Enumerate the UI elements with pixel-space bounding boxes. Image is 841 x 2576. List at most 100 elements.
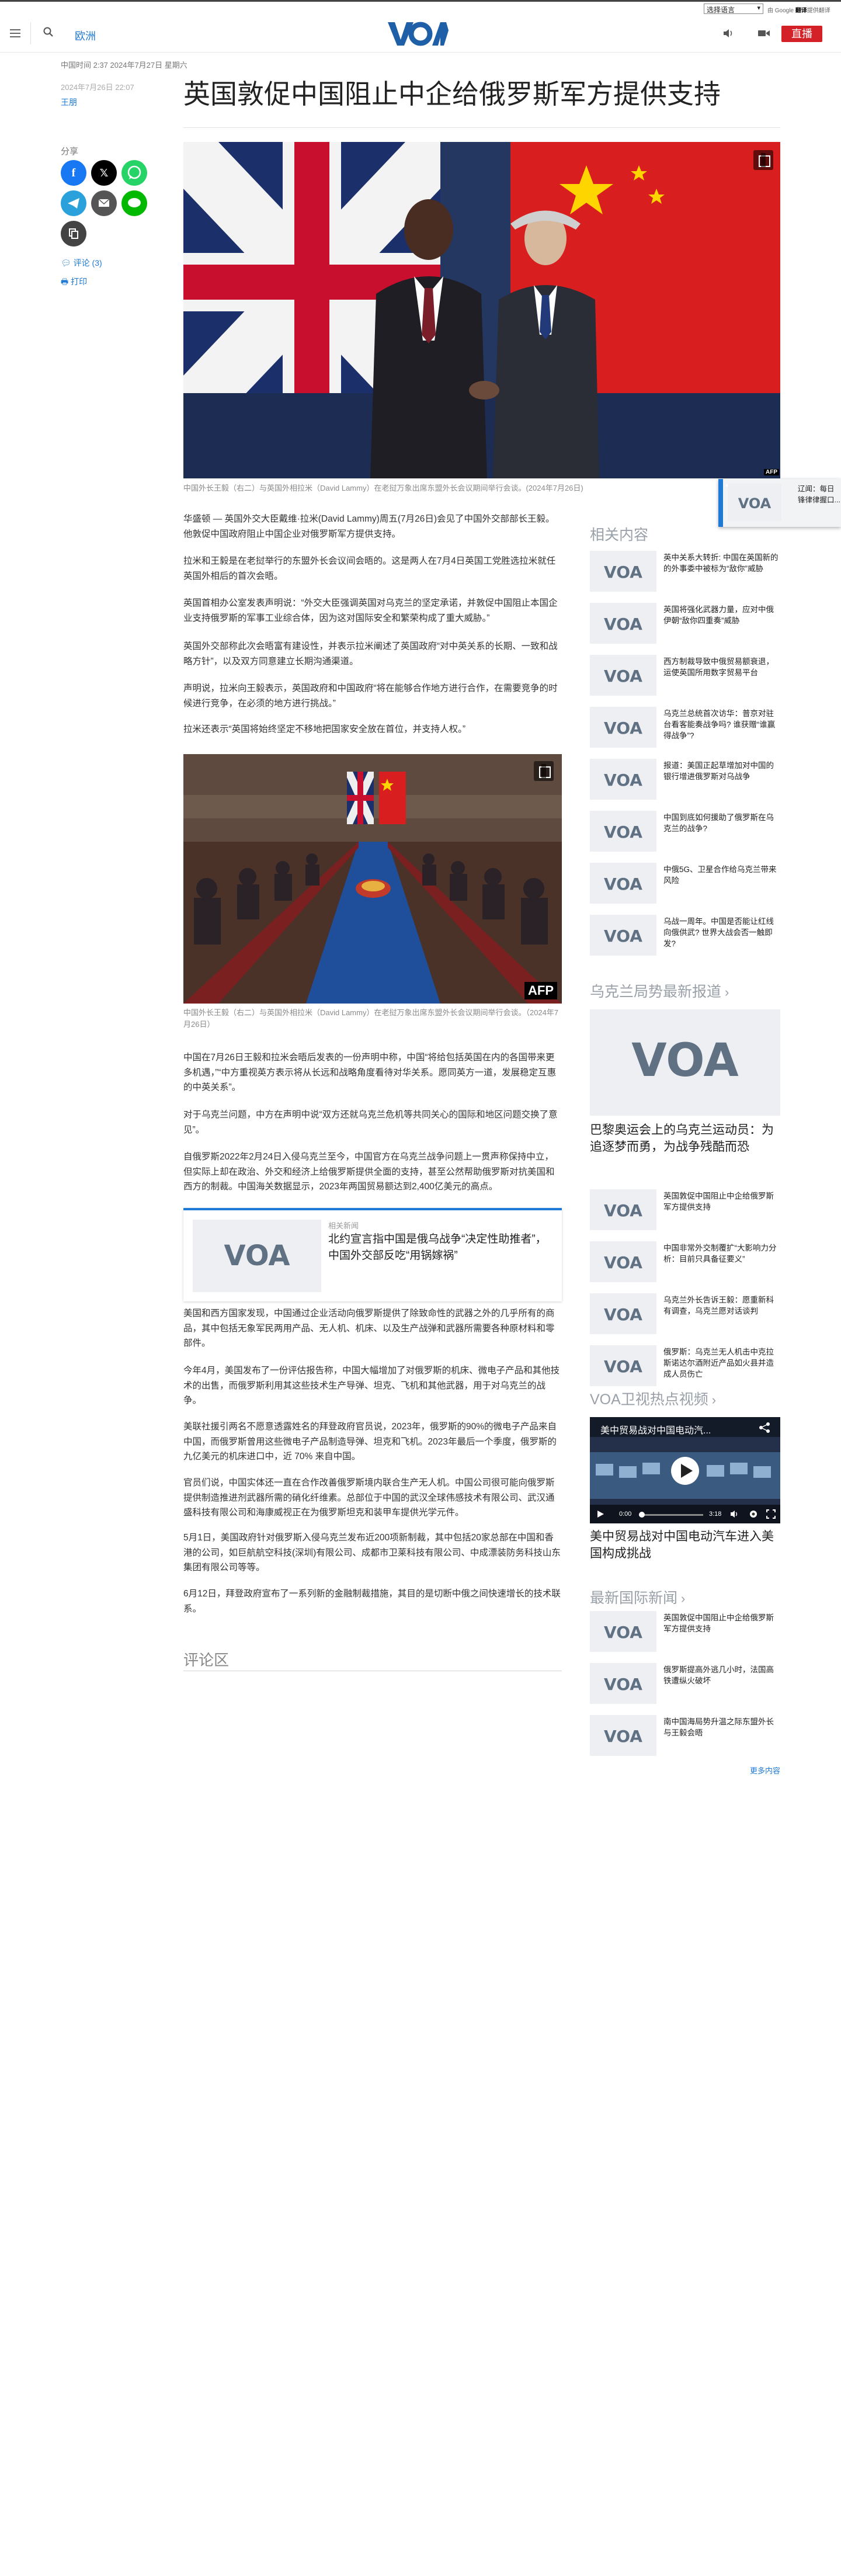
ukraine-item[interactable]: VOA 英国敦促中国阻止中企给俄罗斯军方提供支持 xyxy=(590,1189,780,1233)
paragraph: 英国外交部称此次会晤富有建设性，并表示拉米阐述了英国政府“对中英关系的长期、一致… xyxy=(183,641,558,666)
x-share-icon[interactable]: 𝕏 xyxy=(91,160,117,186)
voa-placeholder-logo: VOA xyxy=(604,1253,642,1272)
translate-link[interactable]: 翻译 xyxy=(795,8,807,14)
related-item[interactable]: VOA 西方制裁导致中俄贸易额衰退，运使英国所用数字贸易平台 xyxy=(590,655,780,698)
paragraph: 声明说，拉米向王毅表示，英国政府和中国政府“将在能够合作地方进行合作，在需要竞争… xyxy=(183,683,558,709)
ukraine-thumbnail: VOA xyxy=(590,1345,656,1386)
related-item[interactable]: VOA 英中关系大转折: 中国在英国新的的外事委中被标为“敌你”威胁 xyxy=(590,551,780,594)
article-image: AFP xyxy=(183,754,562,1004)
language-select[interactable]: 选择语言 xyxy=(704,4,763,14)
voa-logo[interactable] xyxy=(388,20,449,47)
related-item[interactable]: VOA 报道：美国正起草增加对中国的银行增进俄罗斯对乌战争 xyxy=(590,759,780,802)
voa-placeholder-logo: VOA xyxy=(604,1727,642,1746)
related-title[interactable]: 报道：美国正起草增加对中国的银行增进俄罗斯对乌战争 xyxy=(663,760,780,782)
voa-placeholder-logo: VOA xyxy=(604,666,642,686)
hero-image: AFP xyxy=(183,142,780,478)
related-thumbnail: VOA xyxy=(590,551,656,592)
paragraph: 今年4月，美国发布了一份评估报告称，中国大幅增加了对俄罗斯的机床、微电子产品和其… xyxy=(183,1366,560,1406)
volume-icon[interactable] xyxy=(722,27,735,40)
copy-link-icon[interactable] xyxy=(61,221,86,247)
share-icon[interactable] xyxy=(758,1422,771,1433)
ukraine-title[interactable]: 乌克兰外长告诉王毅：愿重新科有调查，乌克兰愿对话谈判 xyxy=(663,1294,780,1317)
intl-title[interactable]: 南中国海局势升温之际东盟外长与王毅会晤 xyxy=(663,1716,780,1738)
video-camera-icon[interactable] xyxy=(757,27,771,40)
meeting-photo xyxy=(183,754,562,1004)
email-share-icon[interactable] xyxy=(91,190,117,216)
related-title[interactable]: 英国将强化武器力量，应对中俄伊朝“敌你四重奏”威胁 xyxy=(663,604,780,626)
related-thumbnail: VOA xyxy=(193,1220,321,1292)
ukraine-thumbnail: VOA xyxy=(590,1241,656,1282)
intl-item[interactable]: VOA 南中国海局势升温之际东盟外长与王毅会晤 xyxy=(590,1715,780,1758)
settings-gear-icon[interactable] xyxy=(749,1509,758,1519)
comments-section-title: 评论区 xyxy=(183,1651,230,1669)
expand-image-icon[interactable] xyxy=(534,761,554,781)
chevron-right-icon: › xyxy=(725,985,729,999)
intl-title[interactable]: 英国敦促中国阻止中企给俄罗斯军方提供支持 xyxy=(663,1612,780,1634)
related-title[interactable]: 乌战一周年。中国是否能让红线向俄供武? 世界大战会否一触即发? xyxy=(663,916,780,949)
related-title[interactable]: 乌克兰总统首次访华：普京对驻台看客能奏战争吗? 谁获赠“谁赢得战争”? xyxy=(663,708,780,741)
video-progress-bar[interactable] xyxy=(639,1512,703,1518)
live-button[interactable]: 直播 xyxy=(781,26,822,42)
more-content-link[interactable]: 更多内容 xyxy=(750,1765,780,1776)
intl-item[interactable]: VOA 俄罗斯提高外逃几小时，法国高铁遭纵火破坏 xyxy=(590,1663,780,1706)
ukraine-news-header[interactable]: 乌克兰局势最新报道 › xyxy=(590,980,729,1001)
ukraine-thumbnail: VOA xyxy=(590,1293,656,1334)
ukraine-feature-title[interactable]: 巴黎奥运会上的乌克兰运动员：为追逐梦而勇，为战争残酷而恐 xyxy=(590,1122,780,1156)
menu-icon[interactable] xyxy=(7,27,23,40)
search-icon[interactable] xyxy=(42,26,55,39)
play-icon[interactable] xyxy=(596,1509,605,1519)
ukraine-item[interactable]: VOA 乌克兰外长告诉王毅：愿重新科有调查，乌克兰愿对话谈判 xyxy=(590,1293,780,1336)
ukraine-title[interactable]: 英国敦促中国阻止中企给俄罗斯军方提供支持 xyxy=(663,1190,780,1213)
related-thumbnail: VOA xyxy=(590,915,656,956)
related-title[interactable]: 西方制裁导致中俄贸易额衰退，运使英国所用数字贸易平台 xyxy=(663,656,780,678)
image-caption: 中国外长王毅（右二）与英国外相拉米（David Lammy）在老挝万象出席东盟外… xyxy=(183,1008,559,1029)
ukraine-item[interactable]: VOA 俄罗斯：乌克兰无人机击中克拉斯诺达尔酒附近产品如火县并造成人员伤亡 xyxy=(590,1345,780,1388)
paragraph: 拉米还表示“英国将始终坚定不移地把国家安全放在首位，并支持人权。” xyxy=(183,724,466,734)
ukraine-feature-thumbnail[interactable]: VOA xyxy=(590,1009,780,1116)
related-item[interactable]: VOA 乌克兰总统首次访华：普京对驻台看客能奏战争吗? 谁获赠“谁赢得战争”? xyxy=(590,707,780,750)
voa-placeholder-logo: VOA xyxy=(604,874,642,894)
whatsapp-share-icon[interactable] xyxy=(121,160,147,186)
related-title[interactable]: 中国到底如何援助了俄罗斯在乌克兰的战争? xyxy=(663,812,780,834)
video-player[interactable]: 美中贸易战对中国电动汽... 0:00 3:18 xyxy=(590,1417,780,1523)
intl-title[interactable]: 俄罗斯提高外逃几小时，法国高铁遭纵火破坏 xyxy=(663,1664,780,1686)
voa-placeholder-logo: VOA xyxy=(604,1305,642,1324)
facebook-share-icon[interactable]: f xyxy=(61,160,86,186)
popup-accent xyxy=(718,479,723,527)
related-article-card[interactable]: VOA 相关新闻 北约宣言指中国是俄乌战争“决定性助推者”，中国外交部反吃“用锅… xyxy=(183,1208,562,1301)
ukraine-thumbnail: VOA xyxy=(590,1189,656,1230)
floating-live-card[interactable]: VOA 辽闻：每日锋律律握口... xyxy=(718,479,841,527)
author-link[interactable]: 王朋 xyxy=(61,96,77,108)
related-item[interactable]: VOA 乌战一周年。中国是否能让红线向俄供武? 世界大战会否一触即发? xyxy=(590,915,780,958)
related-title[interactable]: 中俄5G、卫星合作给乌克兰带来风险 xyxy=(663,864,780,886)
header-divider xyxy=(30,22,31,44)
ukraine-item[interactable]: VOA 中国非常外交制覆扩“大影响力分析：目前只具备征要义” xyxy=(590,1241,780,1284)
comments-link[interactable]: 💬︎ 评论 (3) xyxy=(61,257,102,269)
intl-item[interactable]: VOA 英国敦促中国阻止中企给俄罗斯军方提供支持 xyxy=(590,1611,780,1654)
volume-icon[interactable] xyxy=(730,1509,739,1519)
related-title[interactable]: 英中关系大转折: 中国在英国新的的外事委中被标为“敌你”威胁 xyxy=(663,552,780,574)
expand-image-icon[interactable] xyxy=(753,150,773,170)
related-item[interactable]: VOA 中国到底如何援助了俄罗斯在乌克兰的战争? xyxy=(590,811,780,854)
line-share-icon[interactable] xyxy=(121,190,147,216)
paragraph: 拉米和王毅是在老挝举行的东盟外长会议间会晤的。这是两人在7月4日英国工党胜选拉米… xyxy=(183,556,556,581)
video-header-label: VOA卫视热点视频 xyxy=(590,1391,708,1408)
ukraine-title[interactable]: 俄罗斯：乌克兰无人机击中克拉斯诺达尔酒附近产品如火县并造成人员伤亡 xyxy=(663,1346,780,1380)
related-item[interactable]: VOA 英国将强化武器力量，应对中俄伊朝“敌你四重奏”威胁 xyxy=(590,603,780,646)
related-label: 相关新闻 xyxy=(328,1221,359,1230)
share-label: 分享 xyxy=(61,147,79,157)
ukraine-title[interactable]: 中国非常外交制覆扩“大影响力分析：目前只具备征要义” xyxy=(663,1242,780,1265)
video-header[interactable]: VOA卫视热点视频 › xyxy=(590,1388,716,1409)
paragraph: 对于乌克兰问题，中方在声明中说“双方还就乌克兰危机等共同关心的国际和地区问题交换… xyxy=(183,1110,558,1135)
telegram-share-icon[interactable] xyxy=(61,190,86,216)
fullscreen-icon[interactable] xyxy=(766,1509,776,1519)
publish-date: 2024年7月26日 22:07 xyxy=(61,83,134,92)
related-title[interactable]: 北约宣言指中国是俄乌战争“决定性助推者”，中国外交部反吃“用锅嫁祸” xyxy=(328,1231,550,1263)
related-item[interactable]: VOA 中俄5G、卫星合作给乌克兰带来风险 xyxy=(590,863,780,906)
section-link-europe[interactable]: 欧洲 xyxy=(75,28,96,43)
top-strip: 选择语言 由 Google 翻译提供翻译 xyxy=(0,0,841,14)
paragraph: 英国首相办公室发表声明说：“外交大臣强调英国对乌克兰的坚定承诺，并敦促中国阻止本… xyxy=(183,598,558,623)
video-title[interactable]: 美中贸易战对中国电动汽车进入美国构成挑战 xyxy=(590,1528,780,1563)
intl-news-header[interactable]: 最新国际新闻 › xyxy=(590,1586,685,1608)
print-link[interactable]: 🖶 打印 xyxy=(61,276,87,290)
